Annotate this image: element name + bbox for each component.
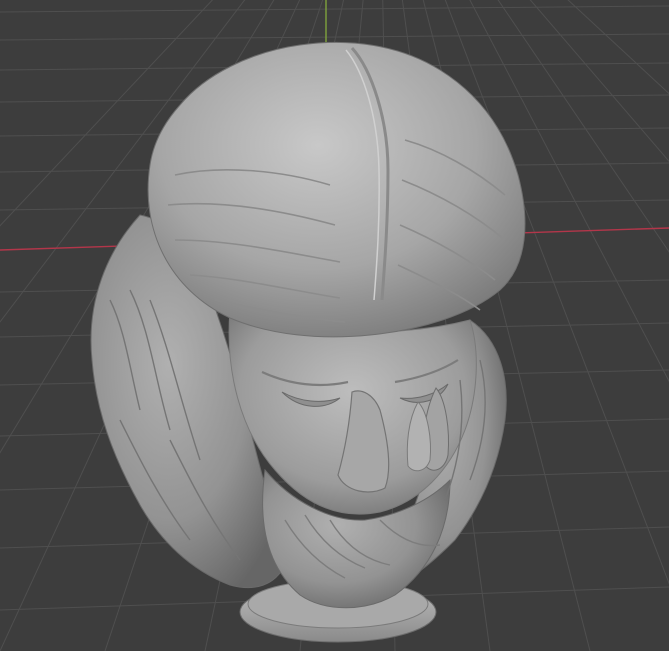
- sculpted-bust-mesh[interactable]: [90, 41, 526, 643]
- viewport-canvas[interactable]: [0, 0, 669, 651]
- 3d-viewport[interactable]: [0, 0, 669, 651]
